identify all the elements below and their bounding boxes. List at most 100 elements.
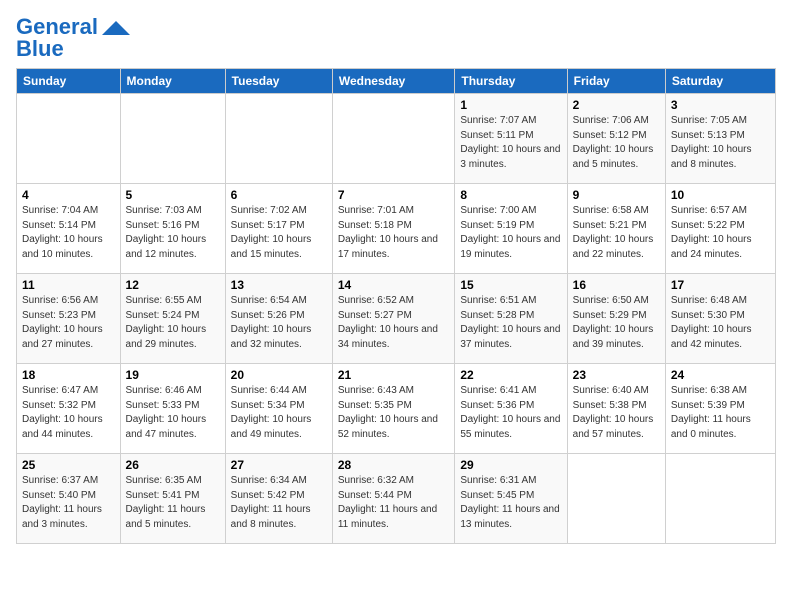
header-tuesday: Tuesday	[225, 69, 332, 94]
day-cell: 22 Sunrise: 6:41 AM Sunset: 5:36 PM Dayli…	[455, 364, 567, 454]
day-info: Sunrise: 6:35 AM Sunset: 5:41 PM Dayligh…	[126, 474, 220, 532]
day-number: 23	[573, 368, 660, 382]
week-row: 18 Sunrise: 6:47 AM Sunset: 5:32 PM Dayli…	[17, 364, 776, 454]
day-info: Sunrise: 6:43 AM Sunset: 5:35 PM Dayligh…	[338, 384, 450, 442]
header-saturday: Saturday	[665, 69, 775, 94]
day-info: Sunrise: 6:34 AM Sunset: 5:42 PM Dayligh…	[231, 474, 327, 532]
day-info: Sunrise: 6:50 AM Sunset: 5:29 PM Dayligh…	[573, 294, 660, 352]
day-cell: 9 Sunrise: 6:58 AM Sunset: 5:21 PM Daylig…	[567, 184, 665, 274]
day-number: 5	[126, 188, 220, 202]
day-cell: 14 Sunrise: 6:52 AM Sunset: 5:27 PM Dayli…	[332, 274, 455, 364]
day-info: Sunrise: 6:31 AM Sunset: 5:45 PM Dayligh…	[460, 474, 561, 532]
logo-text: GeneralBlue	[16, 16, 98, 60]
header-thursday: Thursday	[455, 69, 567, 94]
day-cell	[120, 94, 225, 184]
day-number: 2	[573, 98, 660, 112]
day-number: 25	[22, 458, 115, 472]
day-info: Sunrise: 6:38 AM Sunset: 5:39 PM Dayligh…	[671, 384, 770, 442]
day-number: 26	[126, 458, 220, 472]
day-info: Sunrise: 6:32 AM Sunset: 5:44 PM Dayligh…	[338, 474, 450, 532]
day-number: 19	[126, 368, 220, 382]
calendar-table: SundayMondayTuesdayWednesdayThursdayFrid…	[16, 68, 776, 544]
day-number: 18	[22, 368, 115, 382]
day-number: 8	[460, 188, 561, 202]
day-cell: 25 Sunrise: 6:37 AM Sunset: 5:40 PM Dayli…	[17, 454, 121, 544]
day-cell: 18 Sunrise: 6:47 AM Sunset: 5:32 PM Dayli…	[17, 364, 121, 454]
day-info: Sunrise: 6:40 AM Sunset: 5:38 PM Dayligh…	[573, 384, 660, 442]
day-cell: 11 Sunrise: 6:56 AM Sunset: 5:23 PM Dayli…	[17, 274, 121, 364]
day-number: 28	[338, 458, 450, 472]
day-cell	[225, 94, 332, 184]
day-info: Sunrise: 7:00 AM Sunset: 5:19 PM Dayligh…	[460, 204, 561, 262]
header-wednesday: Wednesday	[332, 69, 455, 94]
day-number: 11	[22, 278, 115, 292]
day-cell: 8 Sunrise: 7:00 AM Sunset: 5:19 PM Daylig…	[455, 184, 567, 274]
day-cell: 19 Sunrise: 6:46 AM Sunset: 5:33 PM Dayli…	[120, 364, 225, 454]
day-info: Sunrise: 7:05 AM Sunset: 5:13 PM Dayligh…	[671, 114, 770, 172]
day-info: Sunrise: 6:57 AM Sunset: 5:22 PM Dayligh…	[671, 204, 770, 262]
header-friday: Friday	[567, 69, 665, 94]
day-number: 22	[460, 368, 561, 382]
day-info: Sunrise: 7:07 AM Sunset: 5:11 PM Dayligh…	[460, 114, 561, 172]
day-info: Sunrise: 6:52 AM Sunset: 5:27 PM Dayligh…	[338, 294, 450, 352]
day-number: 7	[338, 188, 450, 202]
day-number: 17	[671, 278, 770, 292]
day-cell: 3 Sunrise: 7:05 AM Sunset: 5:13 PM Daylig…	[665, 94, 775, 184]
day-cell	[17, 94, 121, 184]
day-number: 4	[22, 188, 115, 202]
day-cell: 24 Sunrise: 6:38 AM Sunset: 5:39 PM Dayli…	[665, 364, 775, 454]
week-row: 11 Sunrise: 6:56 AM Sunset: 5:23 PM Dayli…	[17, 274, 776, 364]
day-cell: 26 Sunrise: 6:35 AM Sunset: 5:41 PM Dayli…	[120, 454, 225, 544]
day-cell: 27 Sunrise: 6:34 AM Sunset: 5:42 PM Dayli…	[225, 454, 332, 544]
day-number: 21	[338, 368, 450, 382]
day-cell: 1 Sunrise: 7:07 AM Sunset: 5:11 PM Daylig…	[455, 94, 567, 184]
day-cell: 16 Sunrise: 6:50 AM Sunset: 5:29 PM Dayli…	[567, 274, 665, 364]
day-number: 24	[671, 368, 770, 382]
day-info: Sunrise: 6:55 AM Sunset: 5:24 PM Dayligh…	[126, 294, 220, 352]
week-row: 25 Sunrise: 6:37 AM Sunset: 5:40 PM Dayli…	[17, 454, 776, 544]
day-info: Sunrise: 7:03 AM Sunset: 5:16 PM Dayligh…	[126, 204, 220, 262]
day-info: Sunrise: 6:46 AM Sunset: 5:33 PM Dayligh…	[126, 384, 220, 442]
day-cell: 7Sunrise: 7:01 AM Sunset: 5:18 PM Daylig…	[332, 184, 455, 274]
day-cell: 23 Sunrise: 6:40 AM Sunset: 5:38 PM Dayli…	[567, 364, 665, 454]
header-sunday: Sunday	[17, 69, 121, 94]
day-info: Sunrise: 7:04 AM Sunset: 5:14 PM Dayligh…	[22, 204, 115, 262]
day-info: Sunrise: 6:44 AM Sunset: 5:34 PM Dayligh…	[231, 384, 327, 442]
day-cell: 4 Sunrise: 7:04 AM Sunset: 5:14 PM Daylig…	[17, 184, 121, 274]
day-number: 14	[338, 278, 450, 292]
day-cell: 12Sunrise: 6:55 AM Sunset: 5:24 PM Dayli…	[120, 274, 225, 364]
day-cell	[665, 454, 775, 544]
day-number: 1	[460, 98, 561, 112]
day-info: Sunrise: 7:06 AM Sunset: 5:12 PM Dayligh…	[573, 114, 660, 172]
day-cell: 21 Sunrise: 6:43 AM Sunset: 5:35 PM Dayli…	[332, 364, 455, 454]
logo-icon	[102, 21, 130, 35]
day-number: 20	[231, 368, 327, 382]
day-info: Sunrise: 6:58 AM Sunset: 5:21 PM Dayligh…	[573, 204, 660, 262]
day-number: 3	[671, 98, 770, 112]
day-info: Sunrise: 6:37 AM Sunset: 5:40 PM Dayligh…	[22, 474, 115, 532]
day-cell: 17 Sunrise: 6:48 AM Sunset: 5:30 PM Dayli…	[665, 274, 775, 364]
day-cell: 13 Sunrise: 6:54 AM Sunset: 5:26 PM Dayli…	[225, 274, 332, 364]
day-cell: 5 Sunrise: 7:03 AM Sunset: 5:16 PM Daylig…	[120, 184, 225, 274]
day-info: Sunrise: 6:51 AM Sunset: 5:28 PM Dayligh…	[460, 294, 561, 352]
day-info: Sunrise: 6:47 AM Sunset: 5:32 PM Dayligh…	[22, 384, 115, 442]
day-info: Sunrise: 6:48 AM Sunset: 5:30 PM Dayligh…	[671, 294, 770, 352]
day-number: 16	[573, 278, 660, 292]
day-number: 9	[573, 188, 660, 202]
page-header: GeneralBlue	[16, 16, 776, 60]
day-cell: 20 Sunrise: 6:44 AM Sunset: 5:34 PM Dayli…	[225, 364, 332, 454]
day-info: Sunrise: 6:41 AM Sunset: 5:36 PM Dayligh…	[460, 384, 561, 442]
day-cell: 6Sunrise: 7:02 AM Sunset: 5:17 PM Daylig…	[225, 184, 332, 274]
day-number: 27	[231, 458, 327, 472]
day-number: 15	[460, 278, 561, 292]
day-cell	[567, 454, 665, 544]
day-number: 10	[671, 188, 770, 202]
header-row: SundayMondayTuesdayWednesdayThursdayFrid…	[17, 69, 776, 94]
day-info: Sunrise: 6:54 AM Sunset: 5:26 PM Dayligh…	[231, 294, 327, 352]
day-info: Sunrise: 6:56 AM Sunset: 5:23 PM Dayligh…	[22, 294, 115, 352]
day-cell	[332, 94, 455, 184]
header-monday: Monday	[120, 69, 225, 94]
day-cell: 28 Sunrise: 6:32 AM Sunset: 5:44 PM Dayli…	[332, 454, 455, 544]
day-number: 13	[231, 278, 327, 292]
day-cell: 15 Sunrise: 6:51 AM Sunset: 5:28 PM Dayli…	[455, 274, 567, 364]
